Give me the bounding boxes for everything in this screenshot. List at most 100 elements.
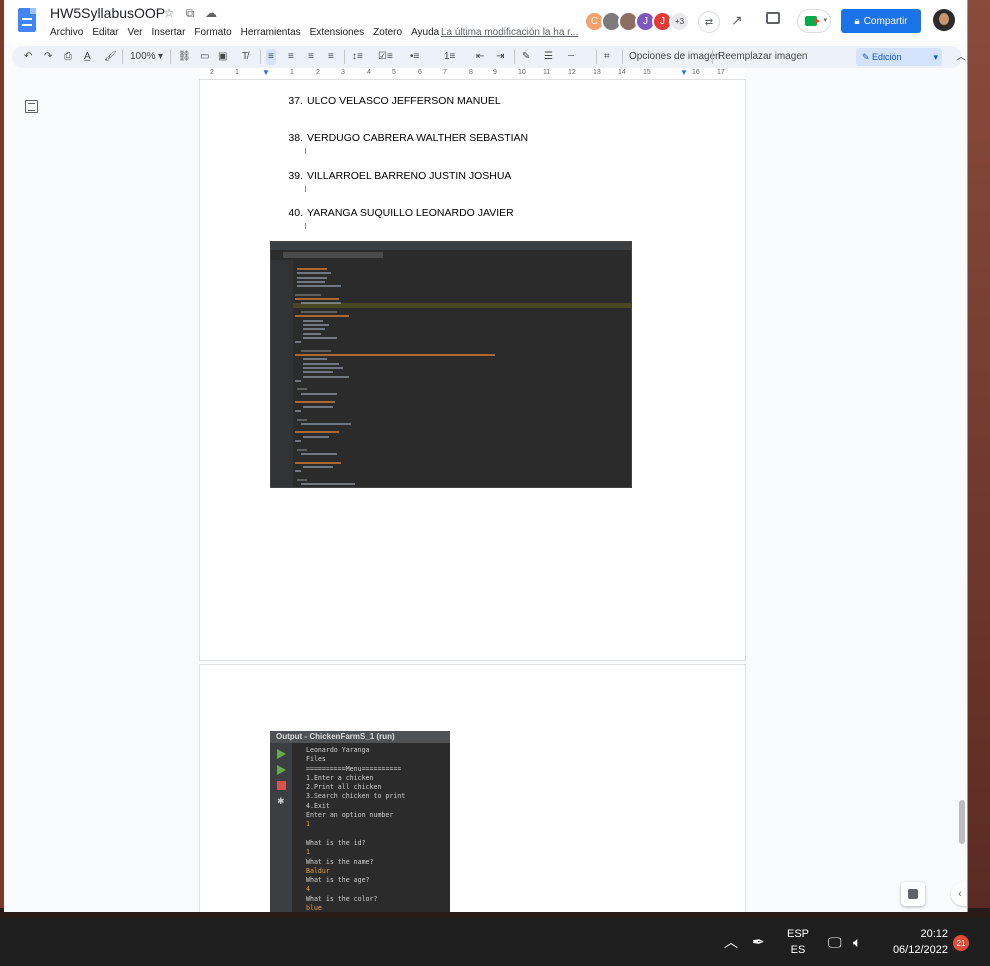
border-dash-icon[interactable]: ┄ [568,49,574,65]
code-line [303,328,325,331]
chevron-up-icon[interactable]: ︿ [724,918,738,966]
align-justify-icon[interactable]: ≡ [328,49,334,65]
document-page[interactable]: 37. ULCO VELASCO JEFFERSON MANUEL 38. VE… [200,80,745,660]
zoom-select[interactable]: 100% [130,49,156,65]
replace-image-button[interactable]: Reemplazar imagen [718,49,808,65]
spellcheck-icon[interactable]: A̲ [84,49,91,65]
share-button[interactable]: 🔒︎ Compartir [841,9,921,33]
list-item-name: ULCO VELASCO JEFFERSON MANUEL [307,95,501,107]
display-icon[interactable]: 🖵︎ [828,918,842,966]
volume-icon[interactable]: 🔈︎ [853,918,861,966]
user-avatar[interactable] [933,9,955,31]
right-indent-marker[interactable]: ▼ [680,68,688,77]
ruler-tick: 13 [593,69,601,76]
menu-bar: Archivo Editar Ver Insertar Formato Herr… [50,27,448,38]
insert-image-icon[interactable]: ▣ [218,49,227,65]
list-item-number: 39. [288,170,303,182]
code-line [303,319,323,322]
print-icon[interactable]: ⎙ [64,49,72,65]
vertical-scrollbar[interactable] [959,800,965,844]
ruler-tick: 10 [518,69,526,76]
menu-extensiones[interactable]: Extensiones [310,27,364,38]
redo-icon[interactable]: ↷ [44,49,52,65]
paint-format-icon[interactable]: 🖌︎ [104,49,117,65]
numbered-list-icon[interactable]: 1≡ [444,49,455,65]
clear-formatting-icon[interactable]: T̸ [242,49,248,65]
chevron-down-icon: ▾ [158,51,164,62]
side-panel-toggle-icon[interactable]: ‹ [951,882,967,906]
line-spacing-icon[interactable]: ↕≡ [352,49,363,65]
align-left-icon[interactable]: ≡ [266,49,276,65]
bulleted-list-icon[interactable]: •≡ [410,49,419,65]
code-line [297,276,327,279]
code-line [301,302,341,305]
more-collaborators-badge[interactable]: +3 [669,11,690,32]
code-line [301,422,351,425]
code-line [297,268,327,270]
menu-formato[interactable]: Formato [194,27,231,38]
checklist-icon[interactable]: ☑≡ [378,49,393,65]
menu-insertar[interactable]: Insertar [152,27,186,38]
decrease-indent-icon[interactable]: ⇤ [476,49,484,65]
clock[interactable]: 20:12 06/12/2022 [882,918,948,966]
move-to-folder-icon[interactable]: ⧉ [183,6,197,21]
menu-herramientas[interactable]: Herramientas [241,27,301,38]
toolbar-divider [596,50,597,64]
console-line: What is the id? [306,838,366,847]
docs-window: HW5SyllabusOOP ☆ ⧉ ☁ Archivo Editar Ver … [4,0,968,912]
code-line [301,452,337,455]
border-color-icon[interactable]: ✎ [522,49,530,65]
explore-icon[interactable] [901,882,925,906]
ide-highlight-line [293,303,631,308]
code-line [295,409,301,412]
horizontal-ruler[interactable]: 2 1 ▼ 1 2 3 4 5 6 7 8 9 10 11 12 13 14 1… [200,68,745,80]
settings-icon: ✱ [277,796,285,806]
console-line: Leonardo Yaranga [306,746,370,754]
code-line [303,405,333,408]
indent-marker[interactable]: ▼ [262,68,270,77]
comment-icon[interactable] [766,12,780,24]
increase-indent-icon[interactable]: ⇥ [496,49,504,65]
menu-ayuda[interactable]: Ayuda [411,27,439,38]
undo-icon[interactable]: ↶ [24,49,32,65]
title-icons: ☆ ⧉ ☁ [162,6,218,21]
docs-logo-icon[interactable] [18,8,36,32]
share-link-icon[interactable]: ⇄ [698,11,720,33]
activity-trend-icon[interactable]: ↗ [731,12,743,29]
code-screenshot-image[interactable] [270,241,632,488]
crop-icon[interactable]: ⌗ [604,49,610,65]
image-options-button[interactable]: Opciones de imagen [629,49,721,65]
border-weight-icon[interactable]: ☰ [544,49,553,65]
collapse-menus-icon[interactable]: ︿ [956,48,966,63]
list-item-name: YARANGA SUQUILLO LEONARDO JAVIER [307,207,514,219]
toolbar-divider [514,50,515,64]
ide-gutter [271,260,293,487]
link-icon[interactable]: ⛓︎ [178,49,191,65]
language-indicator[interactable]: ESP ES [787,918,809,966]
menu-ver[interactable]: Ver [127,27,142,38]
code-line [297,272,331,275]
notification-badge[interactable]: 21 [953,935,969,951]
menu-archivo[interactable]: Archivo [50,27,83,38]
code-line [303,362,339,365]
pen-icon[interactable]: ✒ [752,918,765,966]
editing-mode-select[interactable]: ✎ Edición ▾ [856,48,942,66]
document-title[interactable]: HW5SyllabusOOP [50,5,165,21]
console-line: ==========Menu========== [306,764,402,773]
menu-zotero[interactable]: Zotero [373,27,402,38]
ruler-tick: 9 [493,69,497,76]
toolbar-divider [344,50,345,64]
last-edit-link[interactable]: La última modificación la ha r... [441,27,578,38]
document-page[interactable]: Output - ChickenFarmS_1 (run) ✱ Leonardo… [200,665,745,912]
document-outline-icon[interactable] [25,100,38,113]
cloud-status-icon[interactable]: ☁ [204,6,218,21]
align-center-icon[interactable]: ≡ [288,49,294,65]
menu-editar[interactable]: Editar [92,27,118,38]
star-icon[interactable]: ☆ [162,6,176,21]
add-comment-icon[interactable]: ▭ [200,49,209,65]
code-line [301,483,355,485]
meet-button[interactable]: ▾ [797,9,831,33]
output-console-image[interactable]: Output - ChickenFarmS_1 (run) ✱ Leonardo… [270,731,450,912]
align-right-icon[interactable]: ≡ [308,49,314,65]
code-line [297,280,325,283]
